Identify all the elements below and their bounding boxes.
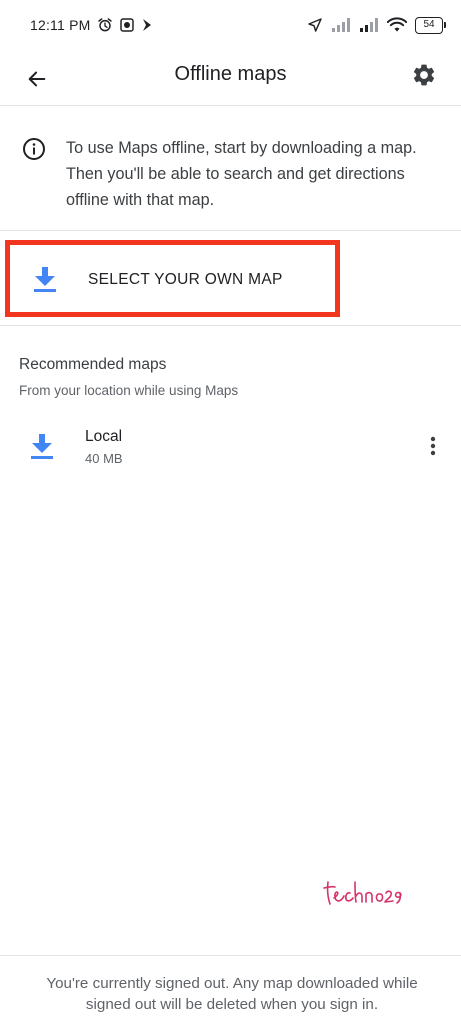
wifi-icon (387, 17, 407, 33)
settings-button[interactable] (409, 60, 439, 90)
app-notification-icon (119, 17, 135, 33)
download-icon (34, 267, 56, 292)
more-vert-icon (430, 436, 436, 456)
map-name: Local (85, 428, 123, 445)
download-icon[interactable] (29, 432, 55, 460)
signed-out-message: You're currently signed out. Any map dow… (46, 975, 418, 1013)
settings-gear-icon (413, 64, 435, 86)
status-time: 12:11 PM (30, 17, 91, 33)
signal-icon (331, 18, 351, 32)
info-section: To use Maps offline, start by downloadin… (0, 107, 461, 231)
info-text: To use Maps offline, start by downloadin… (66, 139, 417, 209)
map-size: 40 MB (85, 451, 123, 466)
status-left: 12:11 PM (30, 17, 153, 33)
status-bar: 12:11 PM 54 (0, 0, 461, 50)
recommended-maps-subtitle: From your location while using Maps (19, 383, 239, 398)
info-icon (23, 138, 45, 160)
battery-indicator: 54 (415, 16, 446, 34)
location-arrow-icon (307, 17, 323, 33)
watermark-signature (323, 881, 402, 905)
signal-icon-2 (359, 18, 379, 32)
select-own-map-button[interactable]: SELECT YOUR OWN MAP (5, 240, 340, 317)
select-own-map-label: SELECT YOUR OWN MAP (88, 271, 283, 288)
status-right: 54 (307, 16, 446, 34)
list-item[interactable]: Local 40 MB (0, 415, 461, 475)
alarm-icon (97, 17, 113, 33)
toolbar: Offline maps (0, 50, 461, 106)
section-divider (0, 325, 461, 326)
more-options-button[interactable] (423, 433, 443, 459)
page-title: Offline maps (174, 63, 287, 85)
app-notification-arrow-icon (141, 18, 153, 32)
signed-out-footer: You're currently signed out. Any map dow… (0, 955, 461, 1024)
recommended-maps-title: Recommended maps (19, 356, 167, 373)
